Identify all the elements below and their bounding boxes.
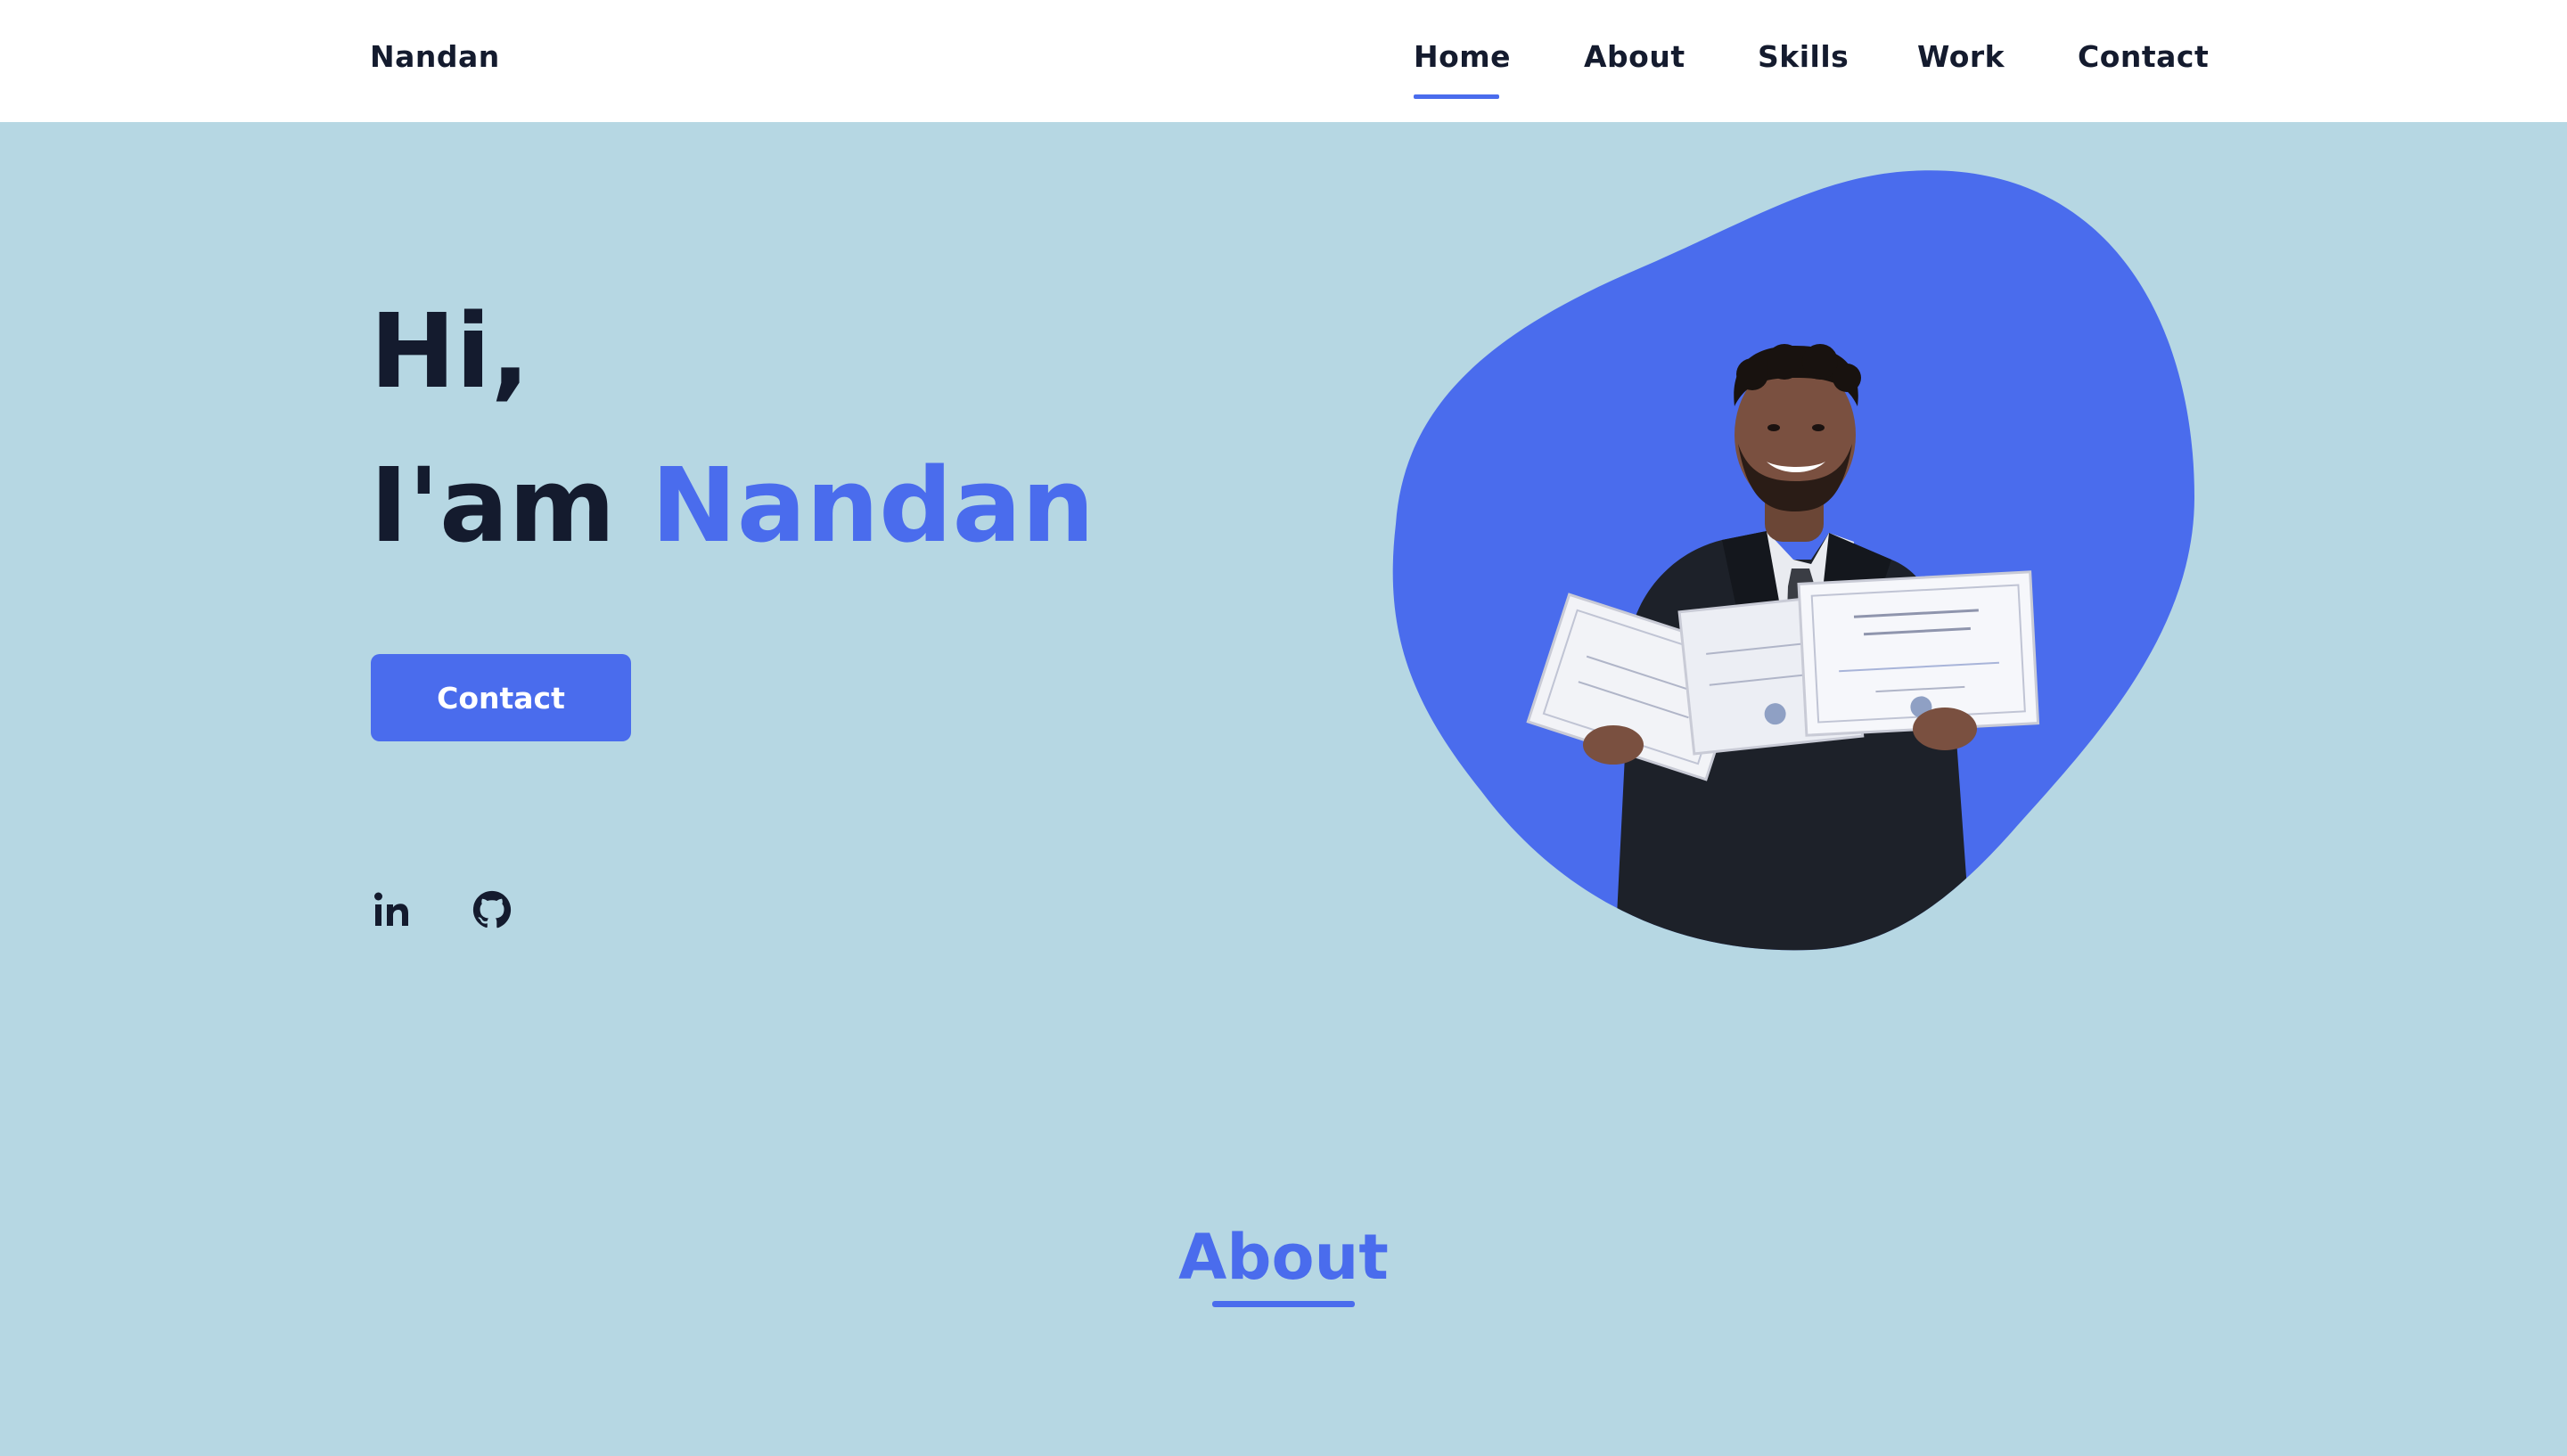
- hero-intro: I'am Nandan: [370, 448, 1095, 564]
- github-icon[interactable]: [471, 888, 513, 931]
- about-title-underline: [1212, 1301, 1355, 1307]
- nav-item-contact[interactable]: Contact: [2078, 39, 2209, 74]
- site-header: Nandan Home About Skills Work Contact: [0, 0, 2567, 122]
- active-nav-indicator: [1414, 94, 1499, 99]
- nav-item-work[interactable]: Work: [1917, 39, 2005, 74]
- hero-image: [1392, 168, 2198, 953]
- hero-name: Nandan: [651, 446, 1095, 566]
- hero-intro-prefix: I'am: [370, 446, 652, 566]
- linkedin-icon[interactable]: [371, 888, 414, 931]
- main-nav: Home About Skills Work Contact: [0, 39, 2567, 102]
- contact-button[interactable]: Contact: [371, 654, 631, 741]
- about-section-title: About: [1178, 1221, 1389, 1294]
- nav-item-skills[interactable]: Skills: [1758, 39, 1849, 74]
- hero-greeting: Hi,: [370, 292, 530, 412]
- nav-item-home[interactable]: Home: [1414, 39, 1511, 74]
- nav-item-about[interactable]: About: [1584, 39, 1685, 74]
